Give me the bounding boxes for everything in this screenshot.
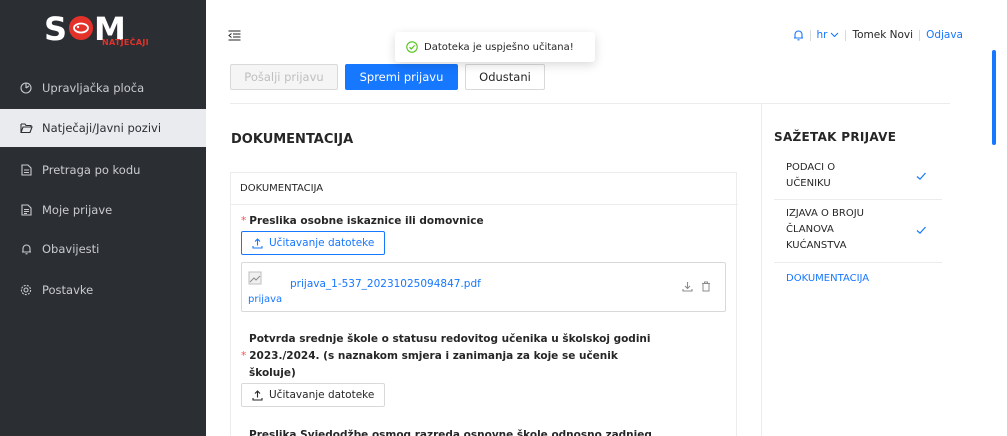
folder-open-icon <box>18 120 34 136</box>
file-actions <box>682 281 711 292</box>
sidebar-item-pretraga[interactable]: Pretraga po kodu <box>0 151 206 189</box>
documentation-card: DOKUMENTACIJA * Preslika osobne iskaznice… <box>230 172 738 436</box>
check-icon <box>916 172 926 181</box>
uploaded-file-item: prijava prijava_1-537_20231025094847.pdf <box>241 262 726 312</box>
logo[interactable]: S M NATJEČAJI <box>0 0 206 66</box>
sidebar-item-label: Natječaji/Javni pozivi <box>42 121 162 135</box>
file-thumbnail-alt: prijava <box>248 294 283 305</box>
field-label-school-certificate: Potvrda srednje škole o statusu redovito… <box>241 333 651 379</box>
upload-button[interactable]: Učitavanje datoteke <box>241 383 386 407</box>
divider <box>761 104 762 436</box>
dashboard-icon <box>18 80 34 96</box>
file-text-icon <box>18 202 34 218</box>
sidebar-item-moje-prijave[interactable]: Moje prijave <box>0 191 206 229</box>
required-marker: * <box>241 215 247 227</box>
check-circle-icon <box>406 41 418 53</box>
divider <box>809 29 811 41</box>
chevron-down-icon <box>831 32 839 38</box>
success-toast: Datoteka je uspješno učitana! <box>395 32 595 62</box>
bell-icon[interactable] <box>793 29 804 41</box>
cancel-button[interactable]: Odustani <box>465 64 545 90</box>
header-user-area: hr Tomek Novi Odjava <box>793 29 963 41</box>
divider <box>845 29 847 41</box>
file-name-link[interactable]: prijava_1-537_20231025094847.pdf <box>290 278 481 290</box>
upload-icon <box>252 389 263 401</box>
sidebar: S M NATJEČAJI Upravljačka ploča Natječaj… <box>0 0 206 436</box>
sidebar-item-postavke[interactable]: Postavke <box>0 271 206 309</box>
sidebar-item-label: Postavke <box>42 283 94 297</box>
card-title: DOKUMENTACIJA <box>231 173 738 205</box>
sidebar-item-label: Moje prijave <box>42 203 113 217</box>
divider <box>774 199 942 200</box>
required-marker: * <box>241 350 247 362</box>
scrollbar[interactable] <box>987 0 1007 436</box>
user-name: Tomek Novi <box>852 29 914 41</box>
delete-icon[interactable] <box>701 281 711 292</box>
summary-step-household[interactable]: IZJAVA O BROJU ČLANOVA KUĆANSTVA <box>786 206 941 254</box>
sidebar-item-label: Obavijesti <box>42 242 100 256</box>
download-icon[interactable] <box>682 281 693 292</box>
sidebar-item-obavijesti[interactable]: Obavijesti <box>0 230 206 268</box>
file-thumbnail[interactable]: prijava <box>248 271 288 307</box>
sidebar-item-label: Pretraga po kodu <box>42 163 141 177</box>
svg-text:S: S <box>44 10 67 46</box>
logout-link[interactable]: Odjava <box>926 29 963 41</box>
language-select[interactable]: hr <box>817 29 840 41</box>
sidebar-item-dashboard[interactable]: Upravljačka ploča <box>0 69 206 107</box>
toast-message: Datoteka je uspješno učitana! <box>424 41 574 53</box>
upload-icon <box>252 237 263 249</box>
summary-step-documentation[interactable]: DOKUMENTACIJA <box>786 271 941 287</box>
sidebar-item-label: Upravljačka ploča <box>42 81 145 95</box>
submit-application-button[interactable]: Pošalji prijavu <box>230 64 338 90</box>
divider <box>774 262 942 263</box>
page-title: DOKUMENTACIJA <box>231 132 354 147</box>
summary-step-student-data[interactable]: PODACI O UČENIKU <box>786 160 941 192</box>
check-icon <box>916 226 926 235</box>
divider <box>230 103 950 104</box>
summary-title: SAŽETAK PRIJAVE <box>774 130 897 144</box>
divider <box>919 29 921 41</box>
file-icon <box>18 162 34 178</box>
scrollbar-thumb[interactable] <box>992 50 996 145</box>
bell-icon <box>18 241 34 257</box>
field-label-id-copy: * Preslika osobne iskaznice ili domovnice <box>241 215 484 227</box>
save-application-button[interactable]: Spremi prijavu <box>345 64 458 90</box>
menu-fold-icon[interactable] <box>228 26 241 45</box>
sidebar-item-natjecaji[interactable]: Natječaji/Javni pozivi <box>0 109 206 147</box>
field-label-report-card: Preslika Svjedodžbe osmog razreda osnovn… <box>249 429 652 436</box>
gear-icon <box>18 282 34 298</box>
logo-subtitle: NATJEČAJI <box>102 38 149 47</box>
broken-image-icon <box>248 271 262 285</box>
upload-button[interactable]: Učitavanje datoteke <box>241 231 386 255</box>
